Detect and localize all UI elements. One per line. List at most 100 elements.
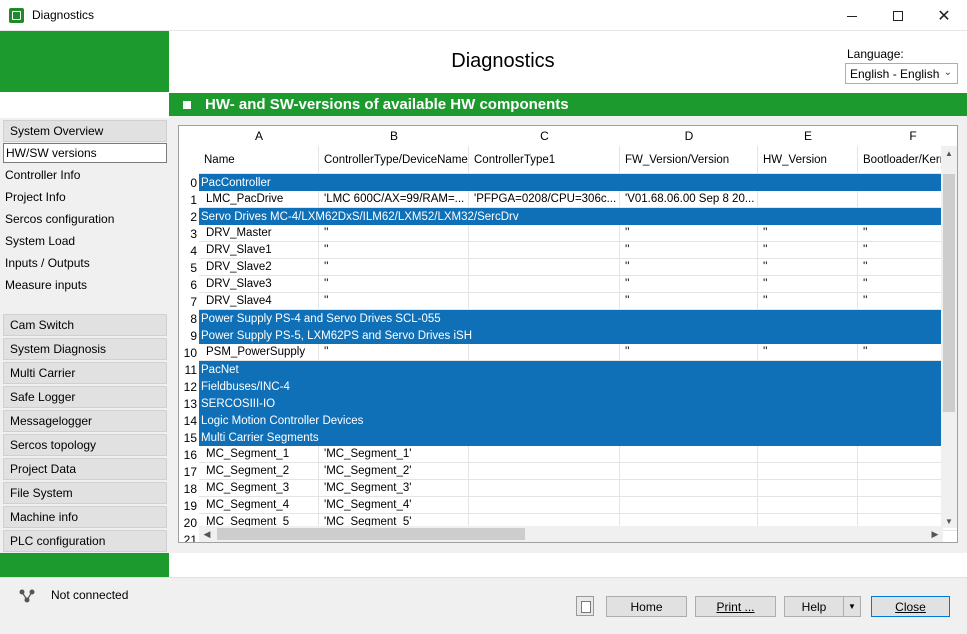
table-cell[interactable]: 'MC_Segment_2' <box>319 463 469 480</box>
scroll-right-icon[interactable]: ▶ <box>927 526 943 542</box>
sidebar-button-machine-info[interactable]: Machine info <box>3 506 167 528</box>
column-letter[interactable]: B <box>319 126 469 146</box>
language-select[interactable]: English - English ⌄ <box>845 63 958 84</box>
table-cell[interactable]: '' <box>319 344 469 361</box>
row-number[interactable]: 21 <box>179 533 197 542</box>
table-cell[interactable] <box>758 446 858 463</box>
print-button[interactable]: Print ... <box>695 596 776 617</box>
row-number[interactable]: 12 <box>179 380 197 394</box>
table-row[interactable]: DRV_Slave2 '' '' '' '' <box>199 259 957 276</box>
column-letter[interactable]: D <box>620 126 758 146</box>
table-cell[interactable]: '' <box>620 344 758 361</box>
column-letter[interactable]: A <box>199 126 319 146</box>
sidebar-button-system-overview[interactable]: System Overview <box>3 120 167 142</box>
group-row[interactable]: Servo Drives MC-4/LXM62DxS/ILM62/LXM52/L… <box>199 208 943 225</box>
table-cell[interactable]: LMC_PacDrive <box>199 191 319 208</box>
table-cell[interactable]: MC_Segment_4 <box>199 497 319 514</box>
table-cell[interactable]: DRV_Slave4 <box>199 293 319 310</box>
row-number[interactable]: 13 <box>179 397 197 411</box>
column-letter[interactable]: C <box>469 126 620 146</box>
row-number[interactable]: 4 <box>179 244 197 258</box>
sidebar-item-project-info[interactable]: Project Info <box>3 187 167 207</box>
row-number[interactable]: 20 <box>179 516 197 530</box>
group-row[interactable]: SERCOSIII-IO <box>199 395 943 412</box>
table-row[interactable]: PSM_PowerSupply '' '' '' '' <box>199 344 957 361</box>
table-row[interactable]: MC_Segment_4 'MC_Segment_4' <box>199 497 957 514</box>
table-cell[interactable] <box>469 463 620 480</box>
scroll-left-icon[interactable]: ◀ <box>199 526 215 542</box>
table-cell[interactable]: '' <box>620 293 758 310</box>
group-row[interactable]: Logic Motion Controller Devices <box>199 412 943 429</box>
table-cell[interactable]: '' <box>620 225 758 242</box>
table-cell[interactable] <box>469 344 620 361</box>
table-cell[interactable]: 'MC_Segment_3' <box>319 480 469 497</box>
table-cell[interactable] <box>469 259 620 276</box>
column-letter[interactable]: E <box>758 126 858 146</box>
sidebar-button-plc-configuration[interactable]: PLC configuration <box>3 530 167 552</box>
sidebar-button-cam-switch[interactable]: Cam Switch <box>3 314 167 336</box>
sidebar-button-multi-carrier[interactable]: Multi Carrier <box>3 362 167 384</box>
sidebar-item-measure-inputs[interactable]: Measure inputs <box>3 275 167 295</box>
table-cell[interactable]: DRV_Slave1 <box>199 242 319 259</box>
table-cell[interactable] <box>620 463 758 480</box>
group-row[interactable]: PacController <box>199 174 943 191</box>
close-window-button[interactable]: ✕ <box>921 0 967 31</box>
maximize-button[interactable] <box>875 0 921 31</box>
table-cell[interactable] <box>620 480 758 497</box>
group-row[interactable]: Fieldbuses/INC-4 <box>199 378 943 395</box>
row-number[interactable]: 18 <box>179 482 197 496</box>
row-number[interactable]: 10 <box>179 346 197 360</box>
row-number[interactable]: 14 <box>179 414 197 428</box>
table-cell[interactable]: MC_Segment_1 <box>199 446 319 463</box>
table-cell[interactable] <box>758 480 858 497</box>
table-cell[interactable]: 'V01.68.06.00 Sep 8 20... <box>620 191 758 208</box>
row-number[interactable]: 9 <box>179 329 197 343</box>
table-cell[interactable] <box>620 446 758 463</box>
sidebar-item-sercos-configuration[interactable]: Sercos configuration <box>3 209 167 229</box>
table-cell[interactable]: DRV_Slave3 <box>199 276 319 293</box>
column-header[interactable]: HW_Version <box>758 146 858 174</box>
table-cell[interactable]: '' <box>758 344 858 361</box>
table-cell[interactable]: '' <box>758 276 858 293</box>
vertical-scrollbar[interactable]: ▲ ▼ <box>941 146 957 528</box>
sidebar-item-hw-sw-versions[interactable]: HW/SW versions <box>3 143 167 163</box>
scroll-down-icon[interactable]: ▼ <box>941 514 957 528</box>
row-number[interactable]: 1 <box>179 193 197 207</box>
row-number[interactable]: 11 <box>179 363 197 377</box>
minimize-button[interactable] <box>829 0 875 31</box>
table-cell[interactable]: '' <box>319 225 469 242</box>
table-cell[interactable]: 'PFPGA=0208/CPU=306c... <box>469 191 620 208</box>
table-cell[interactable]: '' <box>319 242 469 259</box>
table-cell[interactable]: PSM_PowerSupply <box>199 344 319 361</box>
column-header[interactable]: FW_Version/Version <box>620 146 758 174</box>
row-number[interactable]: 8 <box>179 312 197 326</box>
help-button[interactable]: Help ▼ <box>784 596 861 617</box>
table-cell[interactable] <box>469 497 620 514</box>
row-number[interactable]: 17 <box>179 465 197 479</box>
table-cell[interactable] <box>758 463 858 480</box>
sidebar-button-safe-logger[interactable]: Safe Logger <box>3 386 167 408</box>
table-cell[interactable]: MC_Segment_2 <box>199 463 319 480</box>
home-button[interactable]: Home <box>606 596 687 617</box>
sidebar-item-system-load[interactable]: System Load <box>3 231 167 251</box>
close-button[interactable]: Close <box>871 596 950 617</box>
row-number[interactable]: 0 <box>179 176 197 190</box>
table-cell[interactable]: DRV_Master <box>199 225 319 242</box>
sidebar-button-project-data[interactable]: Project Data <box>3 458 167 480</box>
help-dropdown-icon[interactable]: ▼ <box>843 597 860 616</box>
row-number[interactable]: 7 <box>179 295 197 309</box>
sidebar-button-sercos-topology[interactable]: Sercos topology <box>3 434 167 456</box>
table-row[interactable]: MC_Segment_2 'MC_Segment_2' <box>199 463 957 480</box>
table-cell[interactable]: DRV_Slave2 <box>199 259 319 276</box>
table-cell[interactable]: '' <box>620 242 758 259</box>
table-cell[interactable]: '' <box>319 293 469 310</box>
table-cell[interactable] <box>469 446 620 463</box>
table-row[interactable]: LMC_PacDrive 'LMC 600C/AX=99/RAM=... 'PFPG… <box>199 191 957 208</box>
group-row[interactable]: Power Supply PS-4 and Servo Drives SCL-0… <box>199 310 943 327</box>
row-number[interactable]: 16 <box>179 448 197 462</box>
table-cell[interactable] <box>469 480 620 497</box>
row-number[interactable]: 15 <box>179 431 197 445</box>
table-cell[interactable] <box>758 497 858 514</box>
table-cell[interactable]: '' <box>319 276 469 293</box>
table-cell[interactable]: '' <box>758 225 858 242</box>
